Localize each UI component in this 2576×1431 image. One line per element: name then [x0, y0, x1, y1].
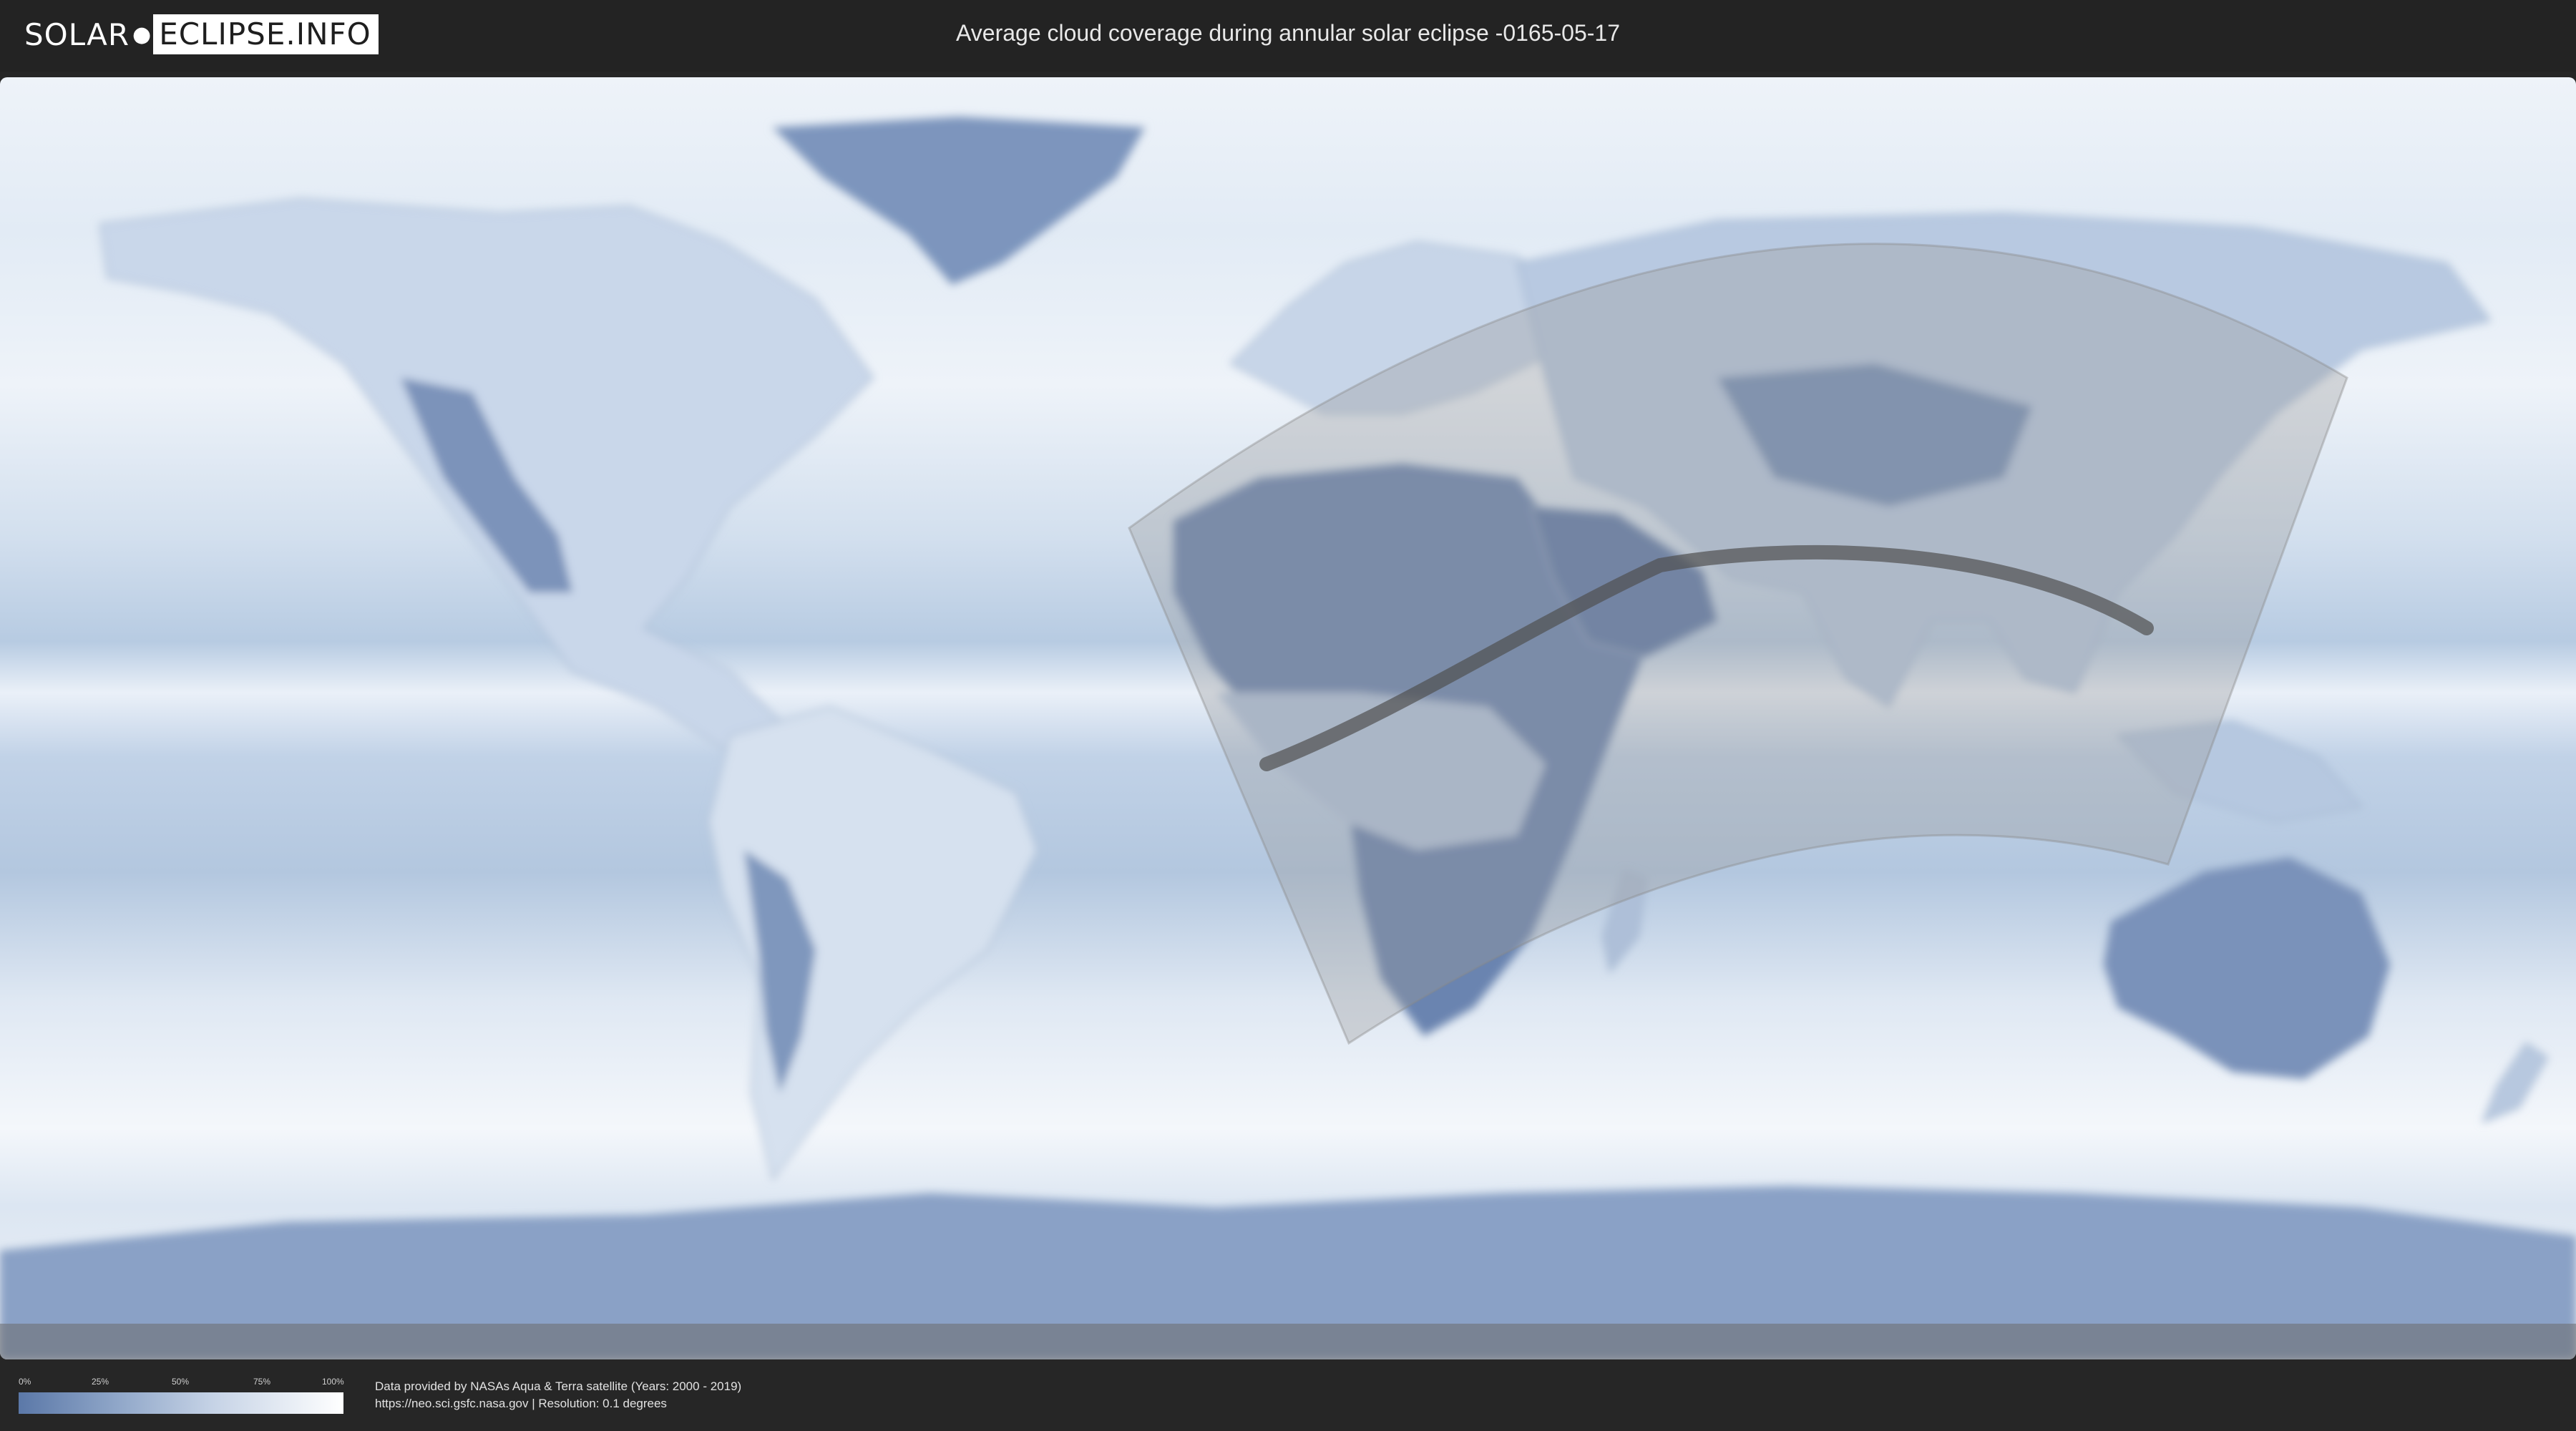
legend-tick-0: 0% — [19, 1377, 31, 1387]
data-credit: Data provided by NASAs Aqua & Terra sate… — [375, 1379, 742, 1393]
legend-tick-labels: 0% 25% 50% 75% 100% — [19, 1377, 345, 1391]
legend-tick-25: 25% — [92, 1377, 109, 1387]
legend-color-bar — [19, 1392, 343, 1414]
legend-tick-75: 75% — [253, 1377, 271, 1387]
cloud-coverage-map — [0, 77, 2576, 1359]
legend-tick-50: 50% — [172, 1377, 190, 1387]
legend-tick-100: 100% — [322, 1377, 344, 1387]
footer-bar — [0, 1359, 2576, 1431]
page-title: Average cloud coverage during annular so… — [956, 20, 1620, 46]
header-bar: SOLAR ● ECLIPSE.INFO Average cloud cover… — [0, 0, 2576, 72]
map-bottom-shade — [0, 1324, 2576, 1359]
data-source-link[interactable]: https://neo.sci.gsfc.nasa.gov | Resoluti… — [375, 1397, 667, 1411]
